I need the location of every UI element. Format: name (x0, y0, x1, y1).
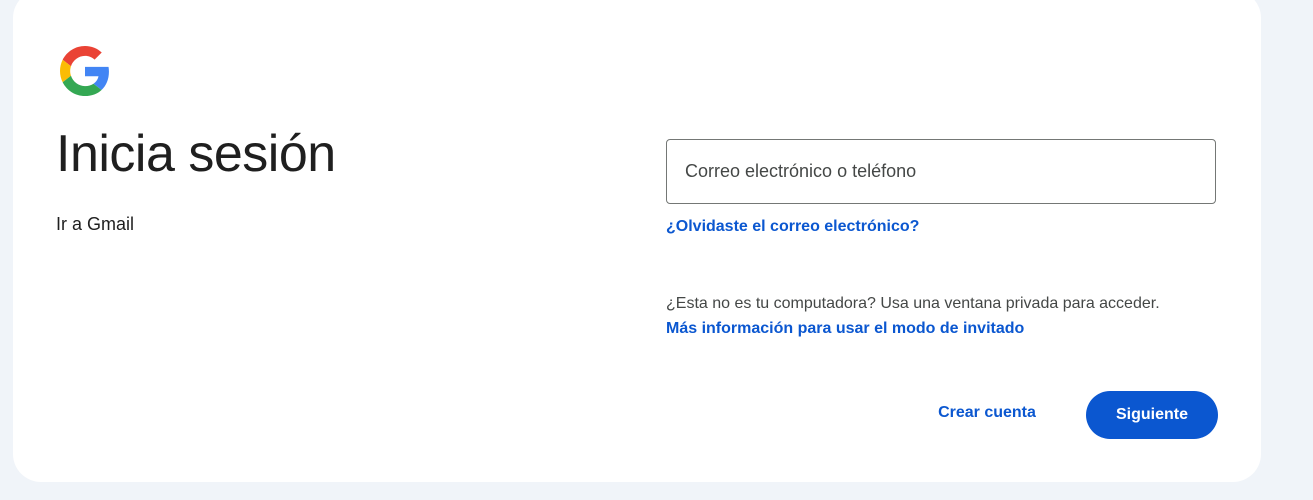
sign-in-card: Inicia sesión Ir a Gmail Correo electrón… (13, 0, 1261, 482)
forgot-email-link[interactable]: ¿Olvidaste el correo electrónico? (666, 218, 919, 236)
next-button[interactable]: Siguiente (1086, 391, 1218, 439)
page-subtitle: Ir a Gmail (56, 214, 135, 234)
page-title: Inicia sesión (56, 125, 336, 183)
email-field[interactable]: Correo electrónico o teléfono (666, 139, 1216, 204)
private-window-notice: ¿Esta no es tu computadora? Usa una vent… (666, 295, 1160, 312)
create-account-label: Crear cuenta (938, 404, 1036, 421)
create-account-button[interactable]: Crear cuenta (923, 389, 1051, 437)
google-g-logo-icon (60, 46, 109, 96)
guest-mode-link[interactable]: Más información para usar el modo de inv… (666, 320, 1024, 338)
email-field-placeholder: Correo electrónico o teléfono (685, 161, 917, 181)
